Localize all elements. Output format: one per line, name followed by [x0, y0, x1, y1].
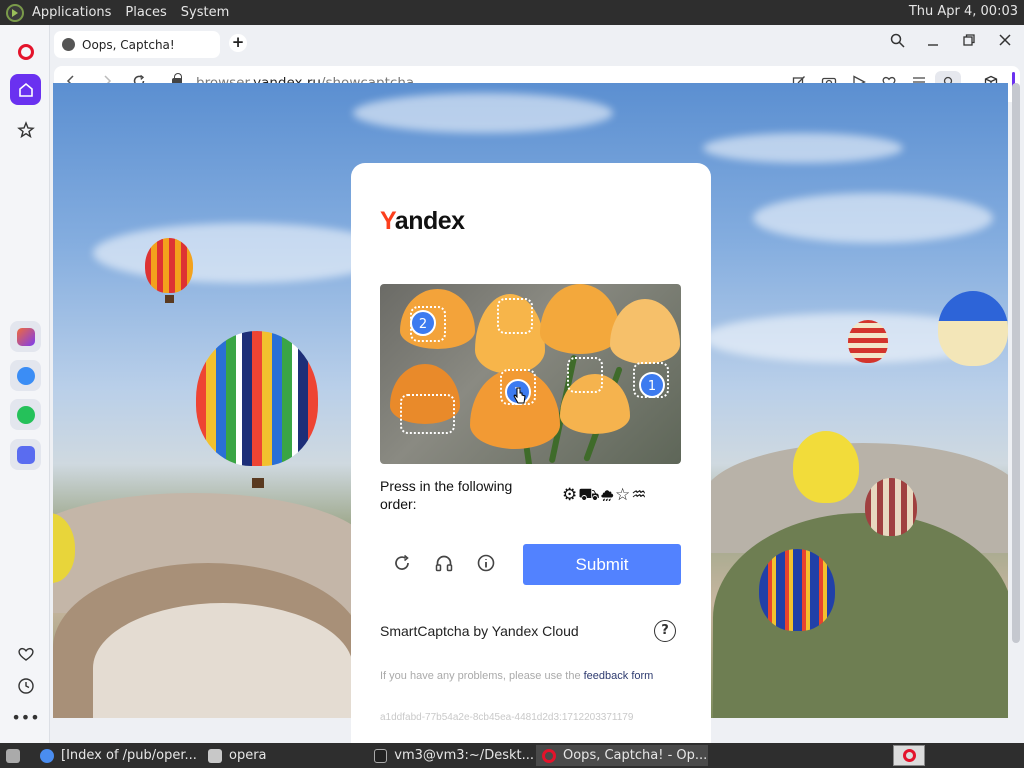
captcha-prompt: Press in the following order: [380, 478, 513, 512]
chrome-icon [40, 748, 54, 763]
taskbar-item-index[interactable]: [Index of /pub/oper... [34, 745, 200, 766]
order-marker[interactable]: 2 [410, 310, 436, 336]
star-icon [16, 120, 35, 138]
flower-petal [540, 284, 620, 354]
aria-icon [16, 327, 35, 346]
hot-air-balloon [938, 291, 1008, 366]
captcha-image[interactable]: 2 3 1 [380, 284, 681, 464]
yandex-logo: Yandex [380, 207, 465, 236]
history-button[interactable] [10, 670, 41, 701]
help-icon[interactable]: ? [654, 620, 676, 642]
hand-pointer-icon [513, 387, 526, 404]
taskbar-item-label: [Index of /pub/oper... [61, 748, 197, 763]
close-icon[interactable] [995, 33, 1015, 51]
hot-air-balloon [759, 549, 835, 631]
audio-headphones-icon[interactable] [432, 553, 456, 577]
music-app-button[interactable] [10, 439, 41, 470]
new-tab-button[interactable]: + [229, 34, 247, 52]
bookmarks-button[interactable] [10, 114, 41, 145]
taskbar-item-label: Oops, Captcha! - Op... [563, 748, 708, 763]
home-button[interactable] [10, 74, 41, 105]
problem-notice: If you have any problems, please use the… [380, 668, 680, 684]
submit-button[interactable]: Submit [523, 544, 681, 585]
workspace-switcher[interactable] [893, 745, 925, 766]
messenger-icon [16, 366, 35, 385]
request-id: a1ddfabd-77b54a2e-8cb45ea-4481d2d3:17122… [380, 712, 634, 723]
restore-icon[interactable] [959, 33, 979, 51]
cloud [353, 93, 613, 133]
cloud [703, 133, 903, 163]
tab-strip: Oops, Captcha! + [50, 25, 1024, 63]
balloon-basket [165, 295, 174, 303]
favorites-button[interactable] [10, 638, 41, 669]
taskbar-item-terminal[interactable]: vm3@vm3:~/Deskt... [368, 745, 534, 766]
opera-logo-icon [17, 43, 34, 60]
captcha-symbol[interactable] [567, 357, 603, 393]
order-marker[interactable]: 1 [639, 372, 665, 398]
taskbar-item-opera-folder[interactable]: opera [202, 745, 366, 766]
tab-captcha[interactable]: Oops, Captcha! [54, 31, 220, 58]
balloon-basket [252, 478, 264, 488]
show-desktop-button[interactable] [0, 745, 26, 766]
clock-icon [17, 677, 34, 694]
taskbar-item-opera-captcha[interactable]: Oops, Captcha! - Op... [536, 745, 708, 766]
smartcaptcha-brand: SmartCaptcha by Yandex Cloud [380, 623, 579, 639]
distro-logo-icon[interactable] [6, 3, 24, 22]
aria-app-button[interactable] [10, 321, 41, 352]
logo-letter-y: Y [380, 207, 395, 235]
opera-icon [542, 748, 556, 763]
messenger-app-button[interactable] [10, 360, 41, 391]
taskbar: [Index of /pub/oper... opera vm3@vm3:~/D… [0, 743, 1024, 768]
cloud [93, 223, 393, 283]
opera-menu-button[interactable] [10, 36, 41, 67]
hot-air-balloon [848, 320, 888, 363]
valley [713, 513, 1008, 718]
refresh-icon[interactable] [390, 553, 414, 577]
captcha-sequence-icons: ⚙⛟⛆☆♒ [562, 485, 648, 505]
hot-air-balloon [865, 478, 917, 536]
clock[interactable]: Thu Apr 4, 00:03 [909, 4, 1018, 19]
problem-text: If you have any problems, please use the [380, 670, 584, 682]
cloud [753, 193, 993, 243]
places-menu[interactable]: Places [125, 5, 166, 20]
desktop-icon [6, 748, 20, 763]
flower-petal [610, 299, 680, 364]
folder-icon [208, 748, 222, 763]
more-icon[interactable]: ••• [10, 702, 41, 733]
info-icon[interactable] [474, 553, 498, 577]
minimize-icon[interactable] [923, 33, 943, 51]
opera-icon [902, 749, 916, 762]
taskbar-item-label: vm3@vm3:~/Deskt... [394, 748, 534, 763]
search-tabs-icon[interactable] [887, 33, 907, 52]
applications-menu[interactable]: Applications [32, 5, 111, 20]
terminal-icon [374, 748, 388, 763]
captcha-symbol[interactable] [400, 394, 455, 434]
whatsapp-app-button[interactable] [10, 399, 41, 430]
globe-icon [62, 38, 75, 51]
page-scrollbar[interactable] [1012, 83, 1020, 643]
home-icon [18, 82, 33, 97]
hot-air-balloon [196, 331, 318, 466]
system-menu[interactable]: System [181, 5, 229, 20]
whatsapp-icon [16, 405, 35, 424]
captcha-symbol[interactable] [497, 298, 533, 334]
system-top-bar: Applications Places System Thu Apr 4, 00… [0, 0, 1024, 25]
taskbar-item-label: opera [229, 748, 267, 763]
heart-icon [17, 647, 34, 661]
hot-air-balloon [793, 431, 859, 503]
feedback-form-link[interactable]: feedback form [584, 670, 654, 682]
tab-title: Oops, Captcha! [82, 37, 175, 52]
hot-air-balloon [145, 238, 193, 293]
logo-text: andex [394, 207, 465, 235]
headphones-icon [16, 445, 35, 464]
browser-sidebar: ••• [0, 25, 50, 743]
captcha-card: Yandex 2 3 1 Press in the following orde… [351, 163, 711, 743]
